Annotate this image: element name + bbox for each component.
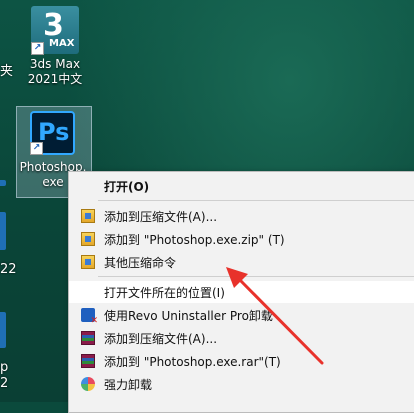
annotation-arrow bbox=[226, 267, 324, 365]
